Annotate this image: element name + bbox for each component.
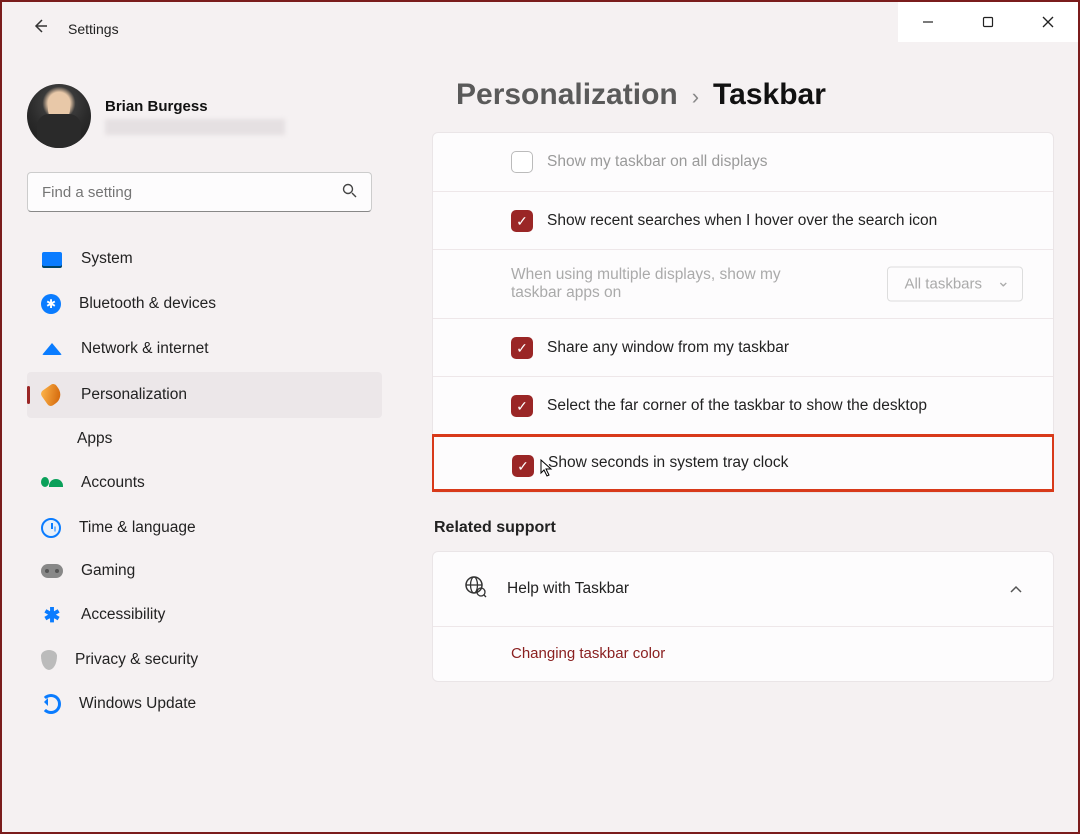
- search-icon[interactable]: [342, 183, 357, 202]
- accounts-icon: [41, 472, 63, 494]
- setting-label: Show recent searches when I hover over t…: [511, 212, 937, 230]
- sidebar-item-label: Time & language: [79, 519, 196, 537]
- globe-help-icon: [463, 574, 487, 604]
- sidebar-item-personalization[interactable]: Personalization: [27, 372, 382, 418]
- sidebar-item-label: Privacy & security: [75, 651, 198, 669]
- profile-email-redacted: [105, 119, 285, 135]
- app-title: Settings: [68, 21, 119, 37]
- multi-display-dropdown[interactable]: All taskbars: [887, 267, 1023, 302]
- profile-name: Brian Burgess: [105, 98, 285, 115]
- sidebar-item-label: System: [81, 250, 133, 268]
- checkbox-on-icon[interactable]: ✓: [512, 455, 534, 477]
- help-with-taskbar[interactable]: Help with Taskbar: [433, 552, 1053, 626]
- breadcrumb-parent[interactable]: Personalization: [456, 78, 678, 112]
- taskbar-settings-card: Show my taskbar on all displays ✓ Show r…: [432, 132, 1054, 493]
- sidebar-item-apps[interactable]: Apps: [27, 418, 382, 460]
- setting-label: When using multiple displays, show my ta…: [511, 266, 791, 302]
- sidebar-item-label: Network & internet: [81, 340, 209, 358]
- help-link-changing-color[interactable]: Changing taskbar color: [511, 645, 665, 662]
- setting-label: Share any window from my taskbar: [511, 339, 789, 357]
- setting-show-all-displays[interactable]: Show my taskbar on all displays: [433, 133, 1053, 191]
- dropdown-value: All taskbars: [904, 276, 982, 293]
- clock-icon: [41, 518, 61, 538]
- sidebar-item-accessibility[interactable]: ✱ Accessibility: [27, 592, 382, 638]
- checkbox-off-icon[interactable]: [511, 151, 533, 173]
- sidebar-item-label: Windows Update: [79, 695, 196, 713]
- setting-multi-display: When using multiple displays, show my ta…: [433, 249, 1053, 318]
- gamepad-icon: [41, 564, 63, 578]
- setting-show-seconds[interactable]: ✓ Show seconds in system tray clock: [432, 434, 1054, 492]
- sidebar-item-time[interactable]: Time & language: [27, 506, 382, 550]
- help-label: Help with Taskbar: [507, 580, 989, 598]
- maximize-button[interactable]: [958, 2, 1018, 42]
- accessibility-icon: ✱: [41, 604, 63, 626]
- chevron-up-icon: [1009, 581, 1023, 597]
- setting-share-window[interactable]: ✓ Share any window from my taskbar: [433, 318, 1053, 376]
- sidebar-item-network[interactable]: Network & internet: [27, 326, 382, 372]
- window-controls: [898, 2, 1078, 42]
- back-button[interactable]: [32, 18, 48, 39]
- search-box[interactable]: [27, 172, 372, 212]
- sidebar-item-label: Bluetooth & devices: [79, 295, 216, 313]
- sidebar-item-label: Accounts: [81, 474, 145, 492]
- breadcrumb: Personalization › Taskbar: [432, 72, 1054, 132]
- bluetooth-icon: ✱: [41, 294, 61, 314]
- sidebar-item-accounts[interactable]: Accounts: [27, 460, 382, 506]
- breadcrumb-current: Taskbar: [713, 78, 826, 112]
- setting-label: Select the far corner of the taskbar to …: [511, 397, 927, 415]
- search-input[interactable]: [42, 184, 342, 201]
- setting-far-corner[interactable]: ✓ Select the far corner of the taskbar t…: [433, 376, 1053, 434]
- cursor-icon: [540, 459, 554, 477]
- related-support-title: Related support: [432, 519, 1054, 551]
- profile-block[interactable]: Brian Burgess: [27, 80, 382, 168]
- sidebar-item-gaming[interactable]: Gaming: [27, 550, 382, 592]
- checkbox-on-icon[interactable]: ✓: [511, 337, 533, 359]
- checkbox-on-icon[interactable]: ✓: [511, 395, 533, 417]
- setting-recent-searches[interactable]: ✓ Show recent searches when I hover over…: [433, 191, 1053, 249]
- shield-icon: [41, 650, 57, 670]
- checkbox-on-icon[interactable]: ✓: [511, 210, 533, 232]
- setting-label: Show my taskbar on all displays: [511, 153, 768, 171]
- personalization-icon: [41, 384, 63, 406]
- avatar: [27, 84, 91, 148]
- sidebar-item-label: Gaming: [81, 562, 135, 580]
- chevron-right-icon: ›: [692, 84, 699, 110]
- update-icon: [41, 694, 61, 714]
- sidebar-item-system[interactable]: System: [27, 236, 382, 282]
- system-icon: [41, 248, 63, 270]
- minimize-button[interactable]: [898, 2, 958, 42]
- sidebar-item-label: Apps: [77, 430, 112, 448]
- help-link-row: Changing taskbar color: [433, 626, 1053, 681]
- wifi-icon: [41, 338, 63, 360]
- sidebar-item-bluetooth[interactable]: ✱ Bluetooth & devices: [27, 282, 382, 326]
- sidebar-item-label: Accessibility: [81, 606, 165, 624]
- apps-icon: [41, 430, 59, 448]
- sidebar-item-update[interactable]: Windows Update: [27, 682, 382, 726]
- related-support-card: Help with Taskbar Changing taskbar color: [432, 551, 1054, 682]
- sidebar-item-privacy[interactable]: Privacy & security: [27, 638, 382, 682]
- sidebar-item-label: Personalization: [81, 386, 187, 404]
- close-button[interactable]: [1018, 2, 1078, 42]
